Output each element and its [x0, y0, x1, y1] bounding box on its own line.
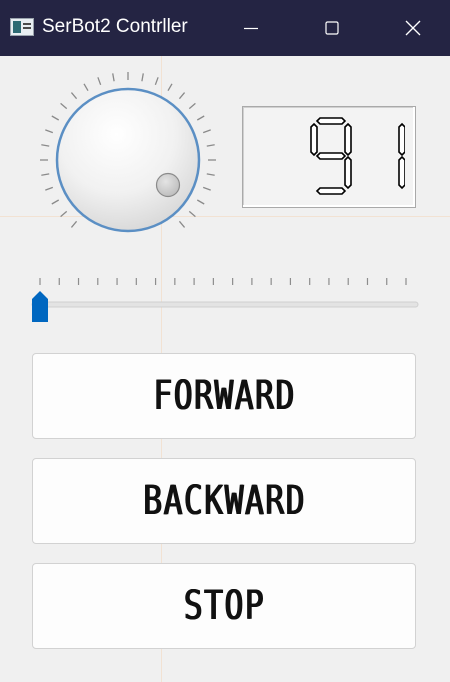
value-display — [242, 106, 416, 208]
forward-button-label: FORWARD — [152, 373, 296, 419]
minimize-button[interactable] — [228, 4, 274, 52]
title-bar: SerBot2 Contrller — [0, 0, 450, 56]
dial-tick — [196, 115, 205, 121]
dial-tick — [112, 73, 115, 82]
lcd-segment — [315, 152, 347, 160]
dial-tick — [202, 129, 211, 134]
close-icon — [405, 20, 421, 36]
lcd-segment — [315, 187, 347, 195]
dial-tick — [202, 186, 211, 191]
slider-groove[interactable] — [31, 301, 419, 308]
dial-tick — [196, 199, 205, 205]
lcd-segment — [398, 155, 405, 190]
dial-tick — [51, 115, 60, 121]
minimize-icon — [244, 27, 258, 30]
lcd-digits — [310, 117, 405, 195]
dial-tick — [83, 83, 89, 92]
maximize-icon — [325, 21, 339, 35]
dial-tick — [178, 92, 186, 100]
dial-tick — [206, 144, 215, 147]
backward-button-label: BACKWARD — [142, 478, 306, 524]
slider-handle[interactable] — [32, 291, 48, 322]
close-button[interactable] — [390, 4, 436, 52]
lcd-segment — [344, 122, 352, 157]
angle-dial[interactable] — [35, 65, 220, 250]
stop-button[interactable]: STOP — [32, 563, 416, 649]
dial-tick — [206, 173, 215, 176]
lcd-segment — [310, 122, 318, 157]
dial-tick — [45, 129, 54, 134]
dial-tick — [188, 210, 196, 218]
dial-tick — [60, 210, 68, 218]
forward-button[interactable]: FORWARD — [32, 353, 416, 439]
dial-tick — [70, 92, 78, 100]
app-icon — [10, 18, 34, 36]
dial-tick — [41, 173, 50, 176]
lcd-segment — [344, 155, 352, 190]
stop-button-label: STOP — [183, 583, 265, 629]
dial-tick — [188, 102, 196, 110]
dial-tick — [178, 220, 186, 228]
maximize-button[interactable] — [309, 4, 355, 52]
slider-ticks — [39, 278, 407, 285]
lcd-segment — [315, 117, 347, 125]
dial-tick — [60, 102, 68, 110]
dial-tick — [70, 220, 78, 228]
dial-tick — [45, 186, 54, 191]
dial-tick — [141, 73, 144, 82]
window-title: SerBot2 Contrller — [42, 16, 188, 37]
dial-tick — [167, 83, 173, 92]
dial-tick — [41, 144, 50, 147]
dial-tick — [154, 77, 159, 86]
backward-button[interactable]: BACKWARD — [32, 458, 416, 544]
dial-knob[interactable] — [55, 87, 201, 233]
dial-tick — [97, 77, 102, 86]
angle-slider[interactable] — [28, 268, 420, 328]
dial-indicator[interactable] — [155, 172, 181, 198]
lcd-segment — [398, 122, 405, 157]
dial-tick — [51, 199, 60, 205]
